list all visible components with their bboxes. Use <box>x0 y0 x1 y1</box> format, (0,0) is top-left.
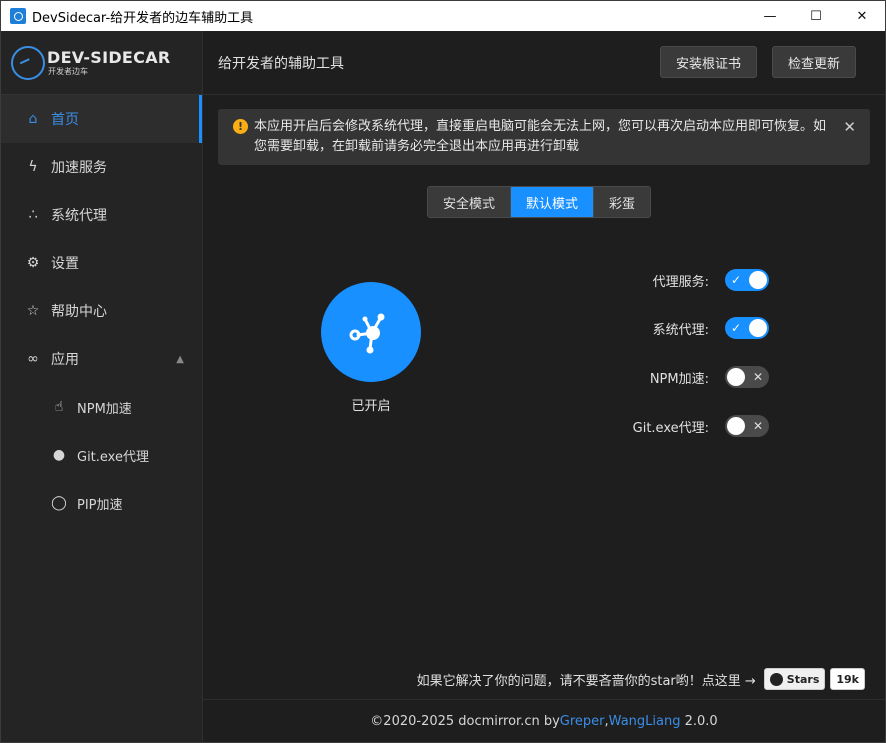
git-toggle[interactable]: ✕ <box>725 415 769 437</box>
bulb-icon: ◯ <box>51 495 67 511</box>
star-icon: ☆ <box>26 303 40 319</box>
sidebar-item-label: 加速服务 <box>51 160 107 176</box>
github-stars-button[interactable]: Stars <box>763 668 826 690</box>
sidebar-item-git[interactable]: ● Git.exe代理 <box>1 431 202 479</box>
sidebar-item-apps[interactable]: ∞ 应用 ▲ <box>1 335 202 383</box>
logo-title: DEV-SIDECAR <box>47 48 171 67</box>
switch-row-system-proxy: 系统代理: ✓ <box>653 317 769 339</box>
switch-row-git: Git.exe代理: ✕ <box>633 415 769 437</box>
page-title: 给开发者的辅助工具 <box>218 55 344 72</box>
sidebar-item-label: NPM加速 <box>77 401 132 417</box>
title-bar[interactable]: DevSidecar-给开发者的边车辅助工具 — ☐ ✕ <box>1 1 885 31</box>
check-icon: ✓ <box>731 273 742 287</box>
home-icon: ⌂ <box>28 111 38 127</box>
star-count[interactable]: 19k <box>830 668 865 690</box>
sidebar-item-npm[interactable]: ☝ NPM加速 <box>1 383 202 431</box>
check-update-button[interactable]: 检查更新 <box>772 46 857 78</box>
link-icon: ∞ <box>27 351 39 367</box>
warning-alert: ! 本应用开启后会修改系统代理，直接重启电脑可能会无法上网，您可以再次启动本应用… <box>218 109 870 165</box>
sidebar-item-system-proxy[interactable]: ∴ 系统代理 <box>1 191 202 239</box>
switch-label: Git.exe代理: <box>632 420 709 436</box>
switch-row-npm: NPM加速: ✕ <box>650 366 769 388</box>
sidebar-item-help[interactable]: ☆ 帮助中心 <box>1 287 202 335</box>
window-controls: — ☐ ✕ <box>747 1 885 31</box>
logo: DEV-SIDECAR 开发者边车 <box>1 31 202 95</box>
x-icon: ✕ <box>752 370 763 384</box>
mode-safe[interactable]: 安全模式 <box>428 187 512 217</box>
footer: ©2020-2025 docmirror.cn by Greper , Wang… <box>203 699 885 742</box>
alert-text: 本应用开启后会修改系统代理，直接重启电脑可能会无法上网，您可以再次启动本应用即可… <box>254 119 827 154</box>
sidebar-item-label: 应用 <box>51 352 79 368</box>
sidebar-item-label: 设置 <box>51 256 79 272</box>
sidebar-item-label: Git.exe代理 <box>77 449 149 465</box>
network-node-icon <box>349 313 385 354</box>
switch-label: NPM加速: <box>649 371 709 387</box>
power-button[interactable] <box>321 282 421 382</box>
sidebar-item-label: PIP加速 <box>77 497 123 513</box>
author-link-greper[interactable]: Greper <box>560 714 605 729</box>
header: 给开发者的辅助工具 安装根证书 检查更新 <box>203 31 885 95</box>
switch-label: 系统代理: <box>652 322 709 338</box>
sidebar-item-home[interactable]: ⌂ 首页 <box>1 95 202 143</box>
power-status: 已开启 <box>351 399 391 414</box>
network-icon: ∴ <box>28 207 38 223</box>
sidebar-item-label: 首页 <box>51 112 79 128</box>
sidebar-item-pip[interactable]: ◯ PIP加速 <box>1 479 202 527</box>
app-window: DevSidecar-给开发者的边车辅助工具 — ☐ ✕ DEV-SIDECAR… <box>0 0 886 743</box>
install-cert-button[interactable]: 安装根证书 <box>660 46 758 78</box>
sidebar: DEV-SIDECAR 开发者边车 ⌂ 首页 ϟ 加速服务 ∴ 系统代理 ⚙ 设… <box>1 31 203 742</box>
mode-default[interactable]: 默认模式 <box>511 187 595 217</box>
github-icon <box>769 672 783 686</box>
github-icon: ● <box>52 447 66 463</box>
x-icon: ✕ <box>752 419 763 433</box>
check-icon: ✓ <box>731 321 742 335</box>
sidebar-item-label: 帮助中心 <box>51 304 107 320</box>
mode-easter-egg[interactable]: 彩蛋 <box>594 187 651 217</box>
chevron-up-icon: ▲ <box>176 353 184 365</box>
sidebar-item-acceleration[interactable]: ϟ 加速服务 <box>1 143 202 191</box>
lightning-icon: ϟ <box>28 159 38 175</box>
switch-row-proxy-service: 代理服务: ✓ <box>653 269 769 291</box>
close-window-button[interactable]: ✕ <box>839 1 885 31</box>
npm-toggle[interactable]: ✕ <box>725 366 769 388</box>
sidebar-item-settings[interactable]: ⚙ 设置 <box>1 239 202 287</box>
maximize-button[interactable]: ☐ <box>793 1 839 31</box>
main-content: 给开发者的辅助工具 安装根证书 检查更新 ! 本应用开启后会修改系统代理，直接重… <box>203 31 885 742</box>
app-icon <box>10 8 26 24</box>
window-title: DevSidecar-给开发者的边车辅助工具 <box>32 10 254 26</box>
sidebar-item-label: 系统代理 <box>51 208 107 224</box>
author-link-wangliang[interactable]: WangLiang <box>609 714 681 729</box>
logo-icon <box>11 45 45 80</box>
switch-label: 代理服务: <box>652 274 709 290</box>
warning-icon: ! <box>233 119 248 134</box>
gear-icon: ⚙ <box>26 255 40 271</box>
star-text[interactable]: 如果它解决了你的问题，请不要吝啬你的star哟！点这里 → <box>417 670 756 689</box>
minimize-button[interactable]: — <box>747 1 793 31</box>
proxy-service-toggle[interactable]: ✓ <box>725 269 769 291</box>
mode-selector: 安全模式 默认模式 彩蛋 <box>427 186 652 218</box>
system-proxy-toggle[interactable]: ✓ <box>725 317 769 339</box>
close-icon[interactable]: ✕ <box>843 117 856 137</box>
star-prompt: 如果它解决了你的问题，请不要吝啬你的star哟！点这里 → Stars 19k <box>417 668 865 690</box>
logo-subtitle: 开发者边车 <box>48 67 88 76</box>
version: 2.0.0 <box>680 713 718 729</box>
sidebar-nav: ⌂ 首页 ϟ 加速服务 ∴ 系统代理 ⚙ 设置 ☆ 帮助中心 ∞ 应用 ▲ ☝ … <box>1 95 202 527</box>
thumb-up-icon: ☝ <box>54 399 64 415</box>
